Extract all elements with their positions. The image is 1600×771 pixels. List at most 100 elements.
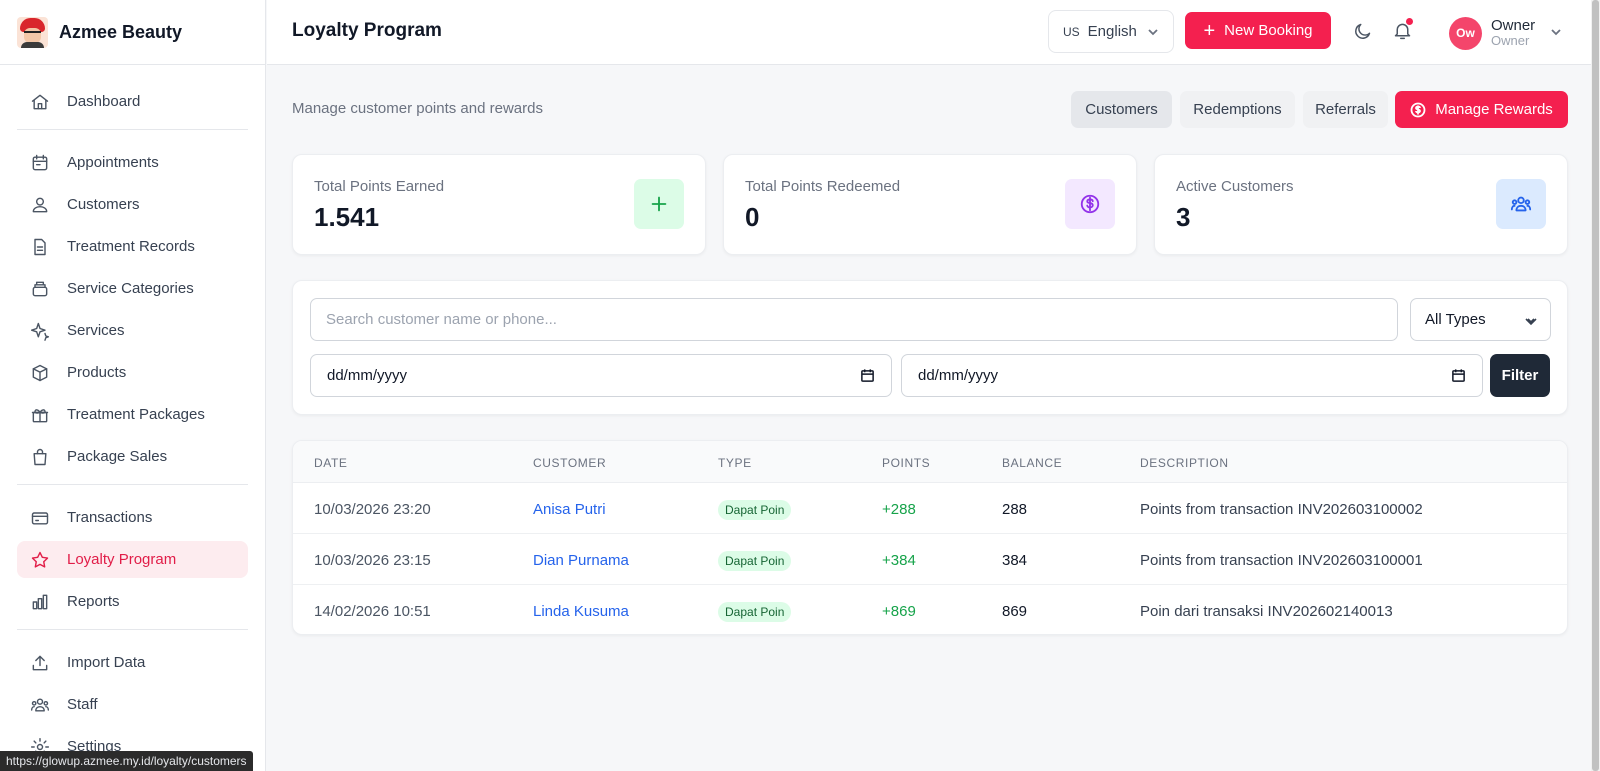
sidebar-item-service-categories[interactable]: Service Categories <box>17 270 248 307</box>
date-to-value: dd/mm/yyyy <box>918 367 999 384</box>
sidebar-item-transactions[interactable]: Transactions <box>17 499 248 536</box>
sidebar-item-customers[interactable]: Customers <box>17 186 248 223</box>
user-menu[interactable]: Ow Owner Owner <box>1449 13 1563 53</box>
filter-panel: All Types dd/mm/yyyy dd/mm/yyyy Filter <box>292 280 1568 415</box>
sidebar-divider <box>17 629 248 630</box>
stat-value: 3 <box>1176 202 1191 232</box>
sidebar-item-dashboard[interactable]: Dashboard <box>17 83 248 120</box>
language-label: English <box>1087 23 1137 40</box>
column-header: TYPE <box>718 456 752 470</box>
column-header: DATE <box>314 456 348 470</box>
stat-card-points-earned: Total Points Earned 1.541 <box>292 154 706 255</box>
sidebar-item-label: Import Data <box>67 654 146 671</box>
stat-card-points-redeemed: Total Points Redeemed 0 <box>723 154 1137 255</box>
customer-link[interactable]: Linda Kusuma <box>533 603 629 620</box>
star-icon <box>30 550 50 570</box>
tab-referrals[interactable]: Referrals <box>1303 91 1388 128</box>
stat-value: 1.541 <box>314 202 380 232</box>
calendar-icon[interactable] <box>1451 368 1466 387</box>
cell-points: +869 <box>882 603 916 620</box>
search-input[interactable] <box>310 298 1398 341</box>
moon-icon[interactable] <box>1352 21 1373 47</box>
user-info: Owner Owner <box>1491 17 1535 49</box>
stat-value: 0 <box>745 202 760 232</box>
plus-icon <box>634 179 684 229</box>
cell-points: +384 <box>882 552 916 569</box>
sidebar-item-label: Loyalty Program <box>67 551 177 568</box>
chevron-down-icon <box>1549 25 1563 44</box>
sidebar-item-loyalty-program[interactable]: Loyalty Program <box>17 541 248 578</box>
sidebar-item-treatment-records[interactable]: Treatment Records <box>17 228 248 265</box>
home-icon <box>30 92 50 112</box>
bar-chart-icon <box>30 592 50 612</box>
sidebar-item-import-data[interactable]: Import Data <box>17 644 248 681</box>
cell-description: Points from transaction INV202603100001 <box>1140 552 1423 569</box>
file-icon <box>30 237 50 257</box>
stat-label: Total Points Redeemed <box>745 178 901 195</box>
language-selector[interactable]: US English <box>1048 10 1174 53</box>
customer-link[interactable]: Anisa Putri <box>533 501 606 518</box>
column-header: DESCRIPTION <box>1140 456 1229 470</box>
table-header: DATE CUSTOMER TYPE POINTS BALANCE DESCRI… <box>293 441 1567 483</box>
cell-balance: 869 <box>1002 603 1028 620</box>
page-scrollbar[interactable] <box>1591 0 1600 771</box>
status-url-tooltip: https://glowup.azmee.my.id/loyalty/custo… <box>0 751 253 771</box>
sidebar-item-products[interactable]: Products <box>17 354 248 391</box>
customer-link[interactable]: Dian Purnama <box>533 552 629 569</box>
sidebar-item-staff[interactable]: Staff <box>17 686 248 723</box>
sidebar-item-label: Staff <box>67 696 98 713</box>
sidebar-item-label: Service Categories <box>67 280 194 297</box>
filter-button[interactable]: Filter <box>1490 354 1550 397</box>
new-booking-label: New Booking <box>1224 22 1313 39</box>
scrollbar-thumb[interactable] <box>1592 0 1599 771</box>
cell-balance: 288 <box>1002 501 1028 518</box>
sidebar-item-reports[interactable]: Reports <box>17 583 248 620</box>
notification-dot <box>1405 17 1414 26</box>
layers-icon <box>30 279 50 299</box>
page-title: Loyalty Program <box>292 20 442 41</box>
sidebar-item-label: Products <box>67 364 127 381</box>
sidebar-item-label: Appointments <box>67 154 159 171</box>
column-header: BALANCE <box>1002 456 1063 470</box>
dollar-circle-icon <box>1410 102 1426 117</box>
brand-name: Azmee Beauty <box>59 21 183 42</box>
sidebar-item-label: Services <box>67 322 125 339</box>
new-booking-button[interactable]: + New Booking <box>1185 12 1331 49</box>
type-badge: Dapat Poin <box>718 500 792 520</box>
cell-date: 10/03/2026 23:20 <box>314 501 431 518</box>
tab-customers[interactable]: Customers <box>1071 91 1172 128</box>
sidebar-divider <box>17 129 248 130</box>
manage-rewards-label: Manage Rewards <box>1435 101 1553 118</box>
date-to-field[interactable]: dd/mm/yyyy <box>901 354 1483 397</box>
sidebar-item-label: Package Sales <box>67 448 168 465</box>
sidebar: Azmee Beauty Dashboard Appointments Cust… <box>0 0 266 771</box>
page-subtitle: Manage customer points and rewards <box>292 100 543 117</box>
tab-redemptions[interactable]: Redemptions <box>1180 91 1295 128</box>
date-from-field[interactable]: dd/mm/yyyy <box>310 354 892 397</box>
calendar-icon <box>30 153 50 173</box>
avatar: Ow <box>1449 16 1482 50</box>
sidebar-item-services[interactable]: Services <box>17 312 248 349</box>
sidebar-item-package-sales[interactable]: Package Sales <box>17 438 248 475</box>
column-header: POINTS <box>882 456 931 470</box>
points-table: DATE CUSTOMER TYPE POINTS BALANCE DESCRI… <box>292 440 1568 635</box>
manage-rewards-button[interactable]: Manage Rewards <box>1395 91 1568 128</box>
date-from-value: dd/mm/yyyy <box>327 367 408 384</box>
type-select[interactable]: All Types <box>1410 298 1551 341</box>
table-row: 10/03/2026 23:15 Dian Purnama Dapat Poin… <box>293 534 1567 585</box>
team-icon <box>30 695 50 715</box>
stat-label: Active Customers <box>1176 178 1294 195</box>
chevron-down-icon <box>1524 314 1538 331</box>
calendar-icon[interactable] <box>860 368 875 387</box>
brand-logo <box>17 16 48 48</box>
brand[interactable]: Azmee Beauty <box>0 0 265 65</box>
cell-description: Poin dari transaksi INV202602140013 <box>1140 603 1393 620</box>
sidebar-item-appointments[interactable]: Appointments <box>17 144 248 181</box>
sidebar-item-label: Customers <box>67 196 140 213</box>
cell-date: 10/03/2026 23:15 <box>314 552 431 569</box>
users-icon <box>30 195 50 215</box>
sidebar-item-treatment-packages[interactable]: Treatment Packages <box>17 396 248 433</box>
sidebar-item-label: Treatment Packages <box>67 406 205 423</box>
stat-label: Total Points Earned <box>314 178 445 195</box>
column-header: CUSTOMER <box>533 456 607 470</box>
